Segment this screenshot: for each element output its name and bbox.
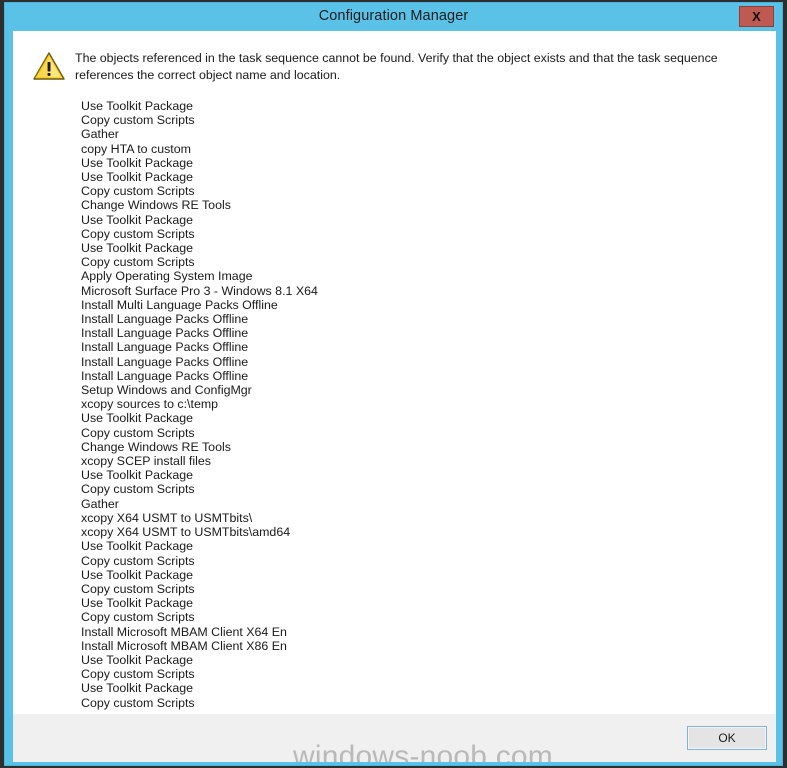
list-item: xcopy sources to c:\temp xyxy=(81,397,219,412)
list-item: Copy custom Scripts xyxy=(81,113,195,128)
list-item: Use Toolkit Package xyxy=(81,596,194,611)
list-item: Use Toolkit Package xyxy=(81,652,194,667)
list-item: Install Language Packs Offline xyxy=(81,354,249,369)
list-item: Use Toolkit Package xyxy=(81,170,194,185)
site-watermark: windows-noob.com xyxy=(293,740,553,762)
dialog-footer: windows-noob.com OK xyxy=(13,714,776,762)
close-icon: X xyxy=(752,9,761,24)
ok-button[interactable]: OK xyxy=(687,726,767,750)
title-bar[interactable]: Configuration Manager X xyxy=(5,3,782,31)
list-item: Use Toolkit Package xyxy=(81,681,194,696)
list-item: Copy custom Scripts xyxy=(81,255,195,270)
list-item: Copy custom Scripts xyxy=(81,553,195,568)
list-item: Copy custom Scripts xyxy=(81,482,195,497)
message-text: The objects referenced in the task seque… xyxy=(75,51,718,82)
list-item: Install Multi Language Packs Offline xyxy=(81,297,278,312)
list-item: Copy custom Scripts xyxy=(81,695,195,710)
window-title: Configuration Manager xyxy=(318,8,469,24)
list-item: xcopy SCEP install files xyxy=(81,454,211,469)
list-item: Install Language Packs Offline xyxy=(81,368,249,383)
list-item: Use Toolkit Package xyxy=(81,468,194,483)
list-item: Use Toolkit Package xyxy=(81,155,194,170)
list-item: xcopy X64 USMT to USMTbits\ xyxy=(81,510,253,525)
list-item: Copy custom Scripts xyxy=(81,184,195,199)
list-item: Use Toolkit Package xyxy=(81,567,194,582)
list-item: Install Microsoft MBAM Client X64 En xyxy=(81,624,287,639)
configuration-manager-dialog: Configuration Manager X The objects refe… xyxy=(4,2,783,766)
list-item: xcopy X64 USMT to USMTbits\amd64 xyxy=(81,525,291,540)
list-item: Copy custom Scripts xyxy=(81,425,195,440)
message-row: The objects referenced in the task seque… xyxy=(13,31,776,83)
list-item: Install Language Packs Offline xyxy=(81,312,249,327)
list-item: copy HTA to custom xyxy=(81,141,191,156)
referenced-objects-list: Use Toolkit Package Copy custom Scripts … xyxy=(13,99,776,710)
list-item: Apply Operating System Image xyxy=(81,269,253,284)
list-item: Use Toolkit Package xyxy=(81,411,194,426)
list-item: Setup Windows and ConfigMgr xyxy=(81,383,252,398)
list-item: Install Language Packs Offline xyxy=(81,340,249,355)
list-item: Use Toolkit Package xyxy=(81,212,194,227)
list-item: Gather xyxy=(81,496,119,511)
warning-triangle-icon xyxy=(33,52,65,80)
list-item: Microsoft Surface Pro 3 - Windows 8.1 X6… xyxy=(81,283,318,298)
list-item: Use Toolkit Package xyxy=(81,99,194,113)
list-item: Use Toolkit Package xyxy=(81,241,194,256)
close-button[interactable]: X xyxy=(739,6,774,27)
list-item: Use Toolkit Package xyxy=(81,539,194,554)
list-item: Copy custom Scripts xyxy=(81,610,195,625)
list-item: Change Windows RE Tools xyxy=(81,198,231,213)
list-item: Copy custom Scripts xyxy=(81,667,195,682)
list-item: Install Language Packs Offline xyxy=(81,326,249,341)
dialog-client-area: The objects referenced in the task seque… xyxy=(13,31,776,714)
list-item: Gather xyxy=(81,127,119,142)
list-item: Copy custom Scripts xyxy=(81,226,195,241)
list-item: Copy custom Scripts xyxy=(81,581,195,596)
list-item: Change Windows RE Tools xyxy=(81,439,231,454)
list-item: Install Microsoft MBAM Client X86 En xyxy=(81,638,287,653)
